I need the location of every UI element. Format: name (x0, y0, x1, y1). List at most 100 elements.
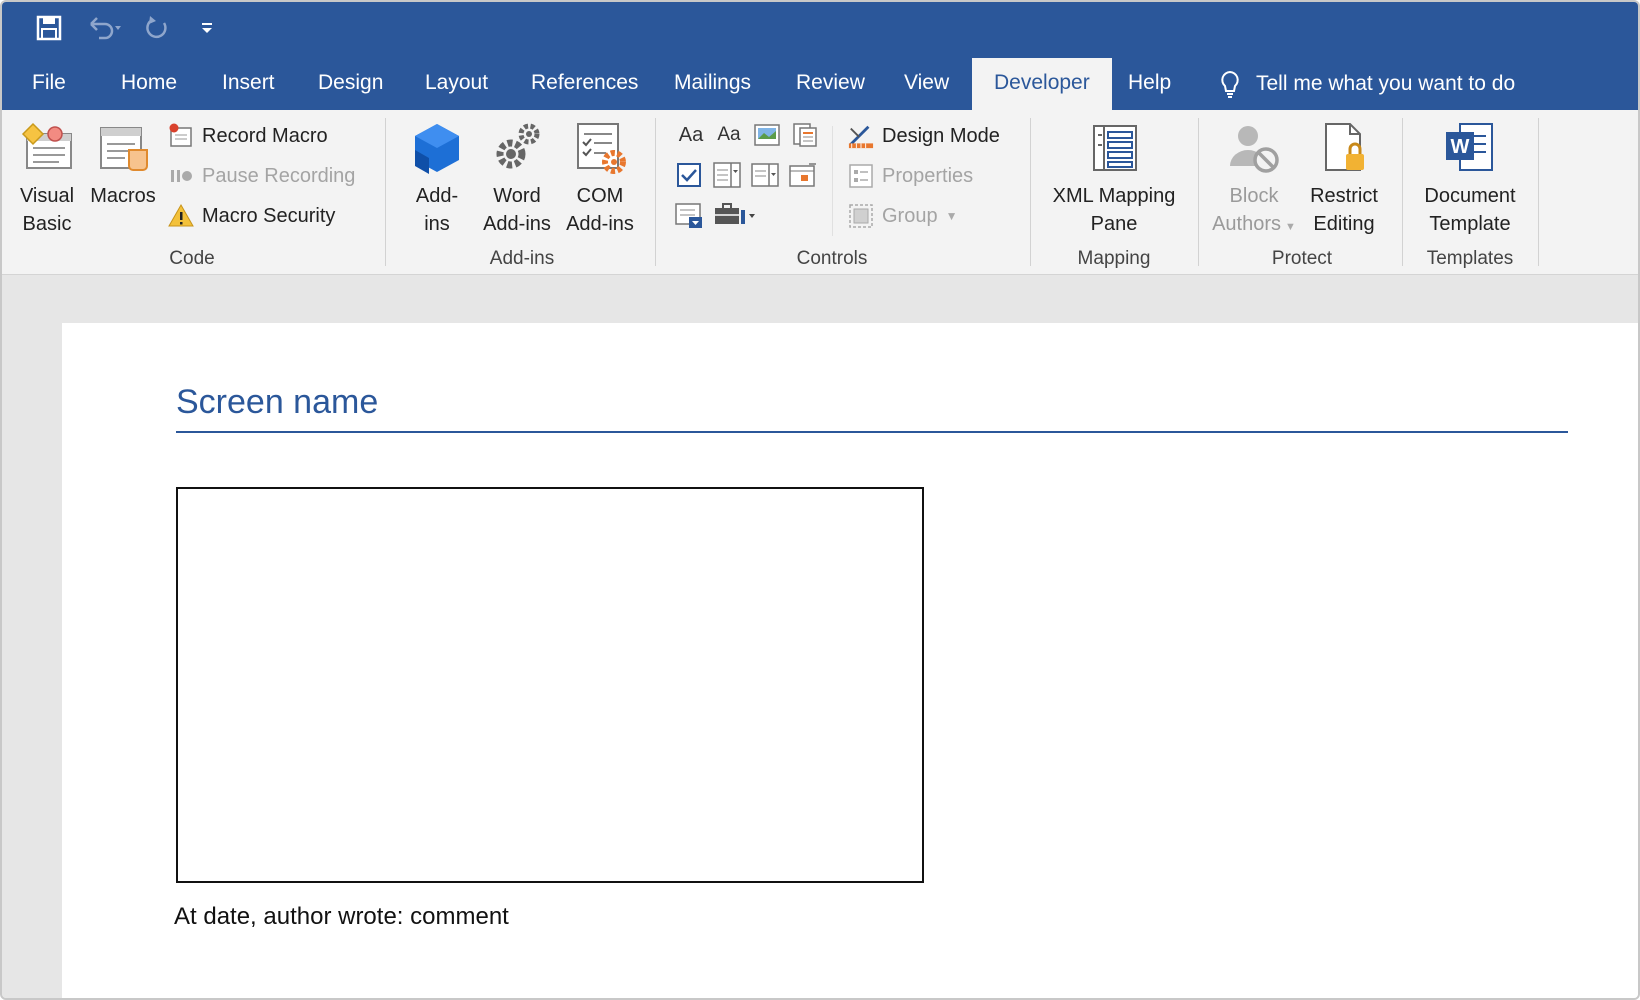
group-button[interactable]: Group ▼ (848, 200, 957, 232)
title-bar (2, 2, 1638, 58)
properties-icon (848, 163, 874, 189)
group-label: Group (882, 204, 938, 227)
tab-references[interactable]: References (525, 58, 644, 110)
visual-basic-button[interactable]: Visual Basic (16, 120, 78, 238)
document-area: Screen name At date, author wrote: comme… (2, 275, 1638, 998)
repeating-section-control-icon[interactable] (674, 200, 704, 230)
visual-basic-icon (19, 120, 75, 176)
save-icon[interactable] (32, 10, 66, 46)
block-authors-icon (1226, 120, 1282, 176)
com-add-ins-button[interactable]: COM Add-ins (560, 120, 640, 238)
macros-button[interactable]: Macros (88, 120, 158, 210)
word-add-ins-button[interactable]: Word Add-ins (476, 120, 558, 238)
rich-text-control-button[interactable]: Aa (674, 120, 708, 150)
block-authors-label-2: Authors (1212, 213, 1282, 235)
combo-box-control-icon[interactable] (712, 160, 742, 190)
tab-design[interactable]: Design (312, 58, 389, 110)
tab-developer[interactable]: Developer (972, 58, 1112, 112)
restrict-editing-label-1: Restrict (1310, 185, 1378, 207)
xml-mapping-label-1: XML Mapping (1052, 185, 1176, 207)
xml-mapping-pane-button[interactable]: XML Mapping Pane (1042, 120, 1186, 238)
tab-view[interactable]: View (898, 58, 955, 110)
lightbulb-icon (1221, 70, 1239, 98)
document-template-label-2: Template (1429, 213, 1511, 235)
word-add-ins-label-1: Word (493, 185, 541, 207)
xml-mapping-icon (1086, 120, 1142, 176)
gears-icon (489, 120, 545, 176)
picture-control-icon[interactable] (752, 120, 782, 150)
pause-recording-label: Pause Recording (202, 164, 356, 187)
design-mode-button[interactable]: Design Mode (848, 120, 1000, 152)
design-mode-icon (848, 123, 874, 149)
visual-basic-label-1: Visual (19, 185, 75, 207)
pause-recording-icon (168, 163, 194, 189)
tab-file[interactable]: File (26, 58, 72, 110)
tab-mailings[interactable]: Mailings (668, 58, 757, 110)
plain-text-control-button[interactable]: Aa (712, 120, 746, 150)
block-authors-label-1: Block (1229, 185, 1279, 207)
warning-icon (168, 203, 194, 229)
legacy-tools-button[interactable] (710, 200, 760, 230)
pause-recording-button[interactable]: Pause Recording (168, 160, 355, 192)
undo-icon[interactable] (82, 10, 128, 46)
store-cube-icon (409, 120, 465, 176)
group-icon (848, 203, 874, 229)
document-page[interactable]: Screen name At date, author wrote: comme… (62, 323, 1638, 998)
redo-icon[interactable] (140, 10, 174, 46)
tell-me-search[interactable]: Tell me what you want to do (1218, 58, 1515, 110)
chevron-down-icon: ▼ (1285, 221, 1296, 233)
record-macro-button[interactable]: Record Macro (168, 120, 328, 152)
screenshot-placeholder[interactable] (176, 487, 924, 883)
macro-security-label: Macro Security (202, 204, 336, 227)
macros-icon (95, 120, 151, 176)
document-template-label-1: Document (1424, 185, 1516, 207)
group-separator (1538, 118, 1539, 266)
date-picker-control-icon[interactable] (788, 160, 818, 190)
restrict-editing-icon (1316, 120, 1372, 176)
block-authors-button[interactable]: Block Authors ▼ (1210, 120, 1298, 241)
add-ins-label-2: ins (424, 213, 450, 235)
ribbon-developer: Visual Basic Macros Record Macro Pause R… (2, 110, 1638, 275)
visual-basic-label-2: Basic (22, 213, 72, 235)
group-separator (1198, 118, 1199, 266)
tell-me-label: Tell me what you want to do (1256, 72, 1516, 95)
properties-label: Properties (882, 164, 974, 187)
customize-qat-icon[interactable] (192, 10, 222, 46)
com-add-ins-label-2: Add-ins (566, 213, 634, 235)
group-label-controls: Controls (796, 248, 868, 269)
design-mode-label: Design Mode (882, 124, 1000, 147)
restrict-editing-button[interactable]: Restrict Editing (1302, 120, 1386, 238)
group-label-mapping: Mapping (1077, 248, 1151, 269)
macros-label: Macros (90, 185, 156, 207)
macro-security-button[interactable]: Macro Security (168, 200, 335, 232)
com-add-ins-label-1: COM (576, 185, 624, 207)
tab-insert[interactable]: Insert (216, 58, 281, 110)
document-template-button[interactable]: W Document Template (1416, 120, 1524, 238)
svg-text:W: W (1451, 136, 1470, 158)
chevron-down-icon: ▼ (945, 209, 958, 223)
block-authors-row: Authors ▼ (1210, 210, 1298, 241)
tab-review[interactable]: Review (790, 58, 871, 110)
restrict-editing-label-2: Editing (1313, 213, 1375, 235)
plain-text-control-label: Aa (717, 124, 741, 145)
checkbox-control-icon[interactable] (674, 160, 704, 190)
tab-help[interactable]: Help (1122, 58, 1177, 110)
word-add-ins-label-2: Add-ins (483, 213, 551, 235)
group-label-templates: Templates (1426, 248, 1514, 269)
page-title: Screen name (176, 383, 379, 421)
controls-divider (832, 126, 833, 236)
add-ins-button[interactable]: Add- ins (404, 120, 470, 238)
properties-button[interactable]: Properties (848, 160, 973, 192)
drop-down-list-control-icon[interactable] (750, 160, 780, 190)
group-separator (655, 118, 656, 266)
group-label-add-ins: Add-ins (489, 248, 555, 269)
word-document-icon: W (1442, 120, 1498, 176)
add-ins-label-1: Add- (415, 185, 459, 207)
heading-divider (176, 431, 1568, 433)
comment-caption: At date, author wrote: comment (174, 903, 509, 930)
building-block-control-icon[interactable] (790, 120, 820, 150)
tab-home[interactable]: Home (115, 58, 183, 110)
group-separator (1402, 118, 1403, 266)
record-macro-icon (168, 123, 194, 149)
tab-layout[interactable]: Layout (419, 58, 494, 110)
